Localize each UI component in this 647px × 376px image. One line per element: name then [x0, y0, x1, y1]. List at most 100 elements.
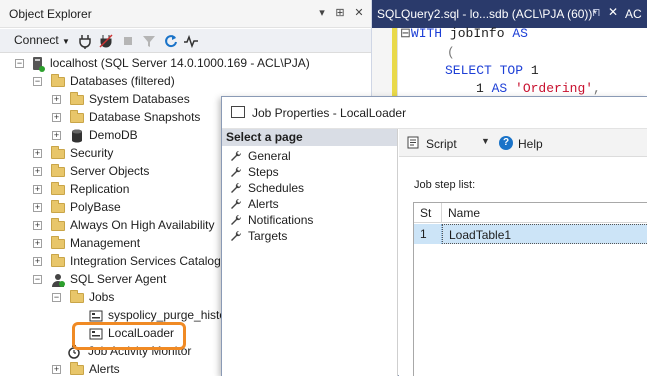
folder-icon: [51, 182, 65, 195]
tree-node-label: SQL Server Agent: [70, 272, 167, 286]
job-properties-dialog: Job Properties - LocalLoader Select a pa…: [221, 96, 647, 376]
tree-node-label: Management: [70, 236, 141, 250]
folder-icon: [70, 110, 84, 123]
folder-icon: [51, 236, 65, 249]
expand-icon[interactable]: +: [52, 365, 61, 374]
help-icon[interactable]: ?: [499, 136, 513, 150]
tree-node-label: Always On High Availability: [70, 218, 215, 232]
code-number: 1: [523, 63, 539, 78]
tree-node-label: Security: [70, 146, 114, 160]
expand-icon[interactable]: +: [33, 149, 42, 158]
keyword: WITH: [410, 26, 443, 41]
dialog-toolbar: Script ▼ ? Help: [399, 129, 647, 157]
script-icon[interactable]: [407, 136, 421, 149]
page-label: Alerts: [248, 197, 279, 211]
expand-icon[interactable]: +: [33, 185, 42, 194]
expand-icon[interactable]: +: [33, 257, 42, 266]
folder-icon: [51, 200, 65, 213]
table-row[interactable]: 1 LoadTable1: [414, 224, 647, 244]
disconnect-plug-icon[interactable]: [98, 33, 114, 49]
script-dropdown-icon[interactable]: ▼: [481, 136, 490, 146]
tree-node-label: syspolicy_purge_histo: [108, 308, 227, 322]
filter-icon[interactable]: [141, 33, 157, 49]
code-line-3[interactable]: SELECT TOP 1: [445, 63, 539, 78]
refresh-icon[interactable]: [163, 33, 179, 49]
script-button[interactable]: Script: [426, 137, 457, 151]
code-line-1[interactable]: ⊟WITH jobInfo AS: [400, 26, 528, 41]
query-tab[interactable]: SQLQuery2.sql - lo...sdb (ACL\PJA (60))*…: [372, 0, 647, 28]
connect-button[interactable]: Connect ▼: [14, 33, 70, 47]
connect-label: Connect: [14, 33, 59, 47]
step-number-cell: 1: [414, 224, 442, 244]
folder-icon: [51, 218, 65, 231]
tree-node-label: Server Objects: [70, 164, 150, 178]
tree-node-localhost[interactable]: − localhost (SQL Server 14.0.1000.169 - …: [0, 55, 371, 73]
connect-plug-icon[interactable]: [77, 33, 93, 49]
tree-node-label: Jobs: [89, 290, 115, 304]
collapse-icon[interactable]: −: [33, 77, 42, 86]
activity-monitor-icon[interactable]: [183, 33, 199, 49]
folder-icon: [51, 74, 65, 87]
page-label: Targets: [248, 229, 288, 243]
dialog-title: Job Properties - LocalLoader: [252, 106, 407, 120]
query-tab-title: SQLQuery2.sql - lo...sdb (ACL\PJA (60))*: [377, 7, 598, 21]
tree-node-label: Replication: [70, 182, 130, 196]
wrench-icon: [231, 150, 242, 161]
dialog-titlebar[interactable]: Job Properties - LocalLoader: [222, 97, 647, 129]
next-tab-title[interactable]: AC: [625, 7, 642, 21]
close-icon[interactable]: ✕: [352, 5, 366, 21]
column-header-step[interactable]: St: [414, 203, 442, 223]
expand-icon[interactable]: +: [52, 131, 61, 140]
tree-node-label: System Databases: [89, 92, 190, 106]
pin-icon[interactable]: ⊞: [333, 5, 347, 21]
collapse-icon[interactable]: −: [52, 293, 61, 302]
tree-node-label: PolyBase: [70, 200, 121, 214]
page-label: General: [248, 149, 291, 163]
stop-icon[interactable]: [120, 33, 136, 49]
code-line-2[interactable]: (: [447, 45, 455, 60]
page-selector: Select a page General Steps Schedules Al…: [222, 129, 398, 376]
tree-node-label: Alerts: [89, 362, 120, 376]
page-label: Notifications: [248, 213, 314, 227]
expand-icon[interactable]: +: [33, 239, 42, 248]
expand-icon[interactable]: +: [52, 113, 61, 122]
wrench-icon: [231, 214, 242, 225]
expand-icon[interactable]: +: [52, 95, 61, 104]
pin-icon[interactable]: ⊓: [592, 6, 601, 19]
tree-node-label: Integration Services Catalogs: [70, 254, 227, 268]
database-icon: [72, 129, 82, 143]
collapse-icon[interactable]: −: [33, 275, 42, 284]
dialog-main-pane: Script ▼ ? Help Job step list: St Name 1…: [399, 129, 647, 376]
server-icon: [33, 57, 45, 72]
column-header-name[interactable]: Name: [442, 203, 647, 223]
expand-icon[interactable]: +: [33, 221, 42, 230]
job-step-list-label: Job step list:: [414, 179, 476, 191]
code-line-4[interactable]: 1 AS 'Ordering',: [476, 81, 601, 96]
code-string: 'Ordering': [515, 81, 594, 96]
chevron-down-icon: ▼: [62, 37, 70, 46]
object-explorer-title: Object Explorer: [9, 7, 92, 21]
select-page-header: Select a page: [222, 129, 397, 146]
expand-icon[interactable]: +: [33, 167, 42, 176]
job-step-grid: St Name 1 LoadTable1: [413, 202, 647, 376]
keyword: SELECT TOP: [445, 63, 524, 78]
tree-node-label: Databases (filtered): [70, 74, 175, 88]
page-label: Steps: [248, 165, 279, 179]
page-label: Schedules: [248, 181, 305, 195]
tree-node-label: localhost (SQL Server 14.0.1000.169 - AC…: [50, 56, 310, 70]
agent-icon: [52, 274, 65, 287]
window-position-icon[interactable]: ▾: [315, 5, 329, 21]
tree-node-databases[interactable]: − Databases (filtered): [0, 73, 371, 91]
folder-icon: [70, 362, 84, 375]
object-explorer-titlebar: Object Explorer ▾ ⊞ ✕: [0, 0, 371, 28]
wrench-icon: [231, 166, 242, 177]
close-icon[interactable]: ✕: [608, 5, 618, 19]
code-text: jobInfo: [442, 26, 513, 41]
tree-node-label: Database Snapshots: [89, 110, 201, 124]
help-button[interactable]: Help: [518, 137, 543, 151]
collapse-icon[interactable]: −: [15, 59, 24, 68]
keyword: AS: [512, 26, 528, 41]
wrench-icon: [231, 230, 242, 241]
wrench-icon: [231, 182, 242, 193]
expand-icon[interactable]: +: [33, 203, 42, 212]
